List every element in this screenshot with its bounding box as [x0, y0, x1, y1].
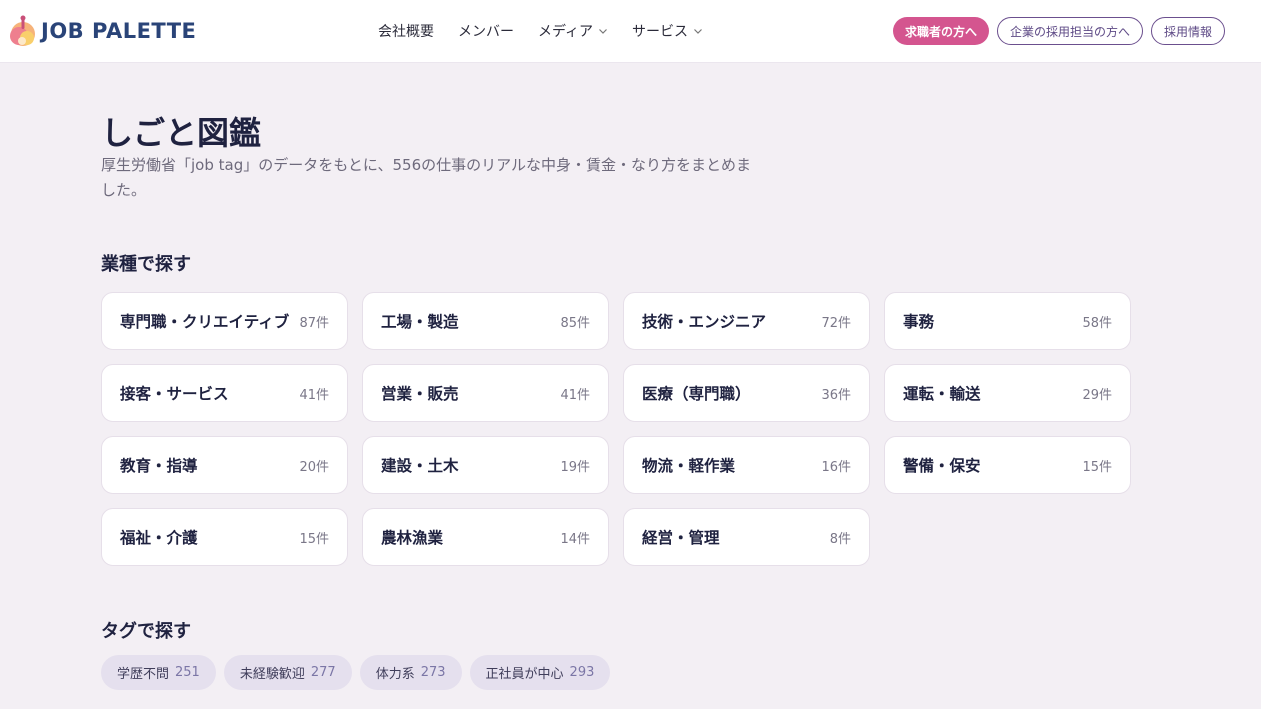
industry-card[interactable]: 警備・保安 15件 [884, 436, 1131, 494]
industry-card[interactable]: 工場・製造 85件 [362, 292, 609, 350]
nav-item-services[interactable]: サービス [632, 21, 703, 41]
nav-item-company[interactable]: 会社概要 [378, 21, 434, 41]
tag-label: 体力系 [375, 667, 415, 682]
nav-item-label: メンバー [458, 24, 514, 40]
recruit-button[interactable]: 採用情報 [1151, 17, 1225, 45]
chevron-down-icon [694, 29, 702, 34]
brand-name: JOB PALETTE [41, 19, 197, 43]
industry-card[interactable]: 物流・軽作業 16件 [623, 436, 870, 494]
nav-item-media[interactable]: メディア [538, 21, 608, 41]
tag-chip[interactable]: 学歴不問 251 [101, 655, 216, 690]
industry-name: 工場・製造 [381, 313, 459, 331]
industry-card[interactable]: 専門職・クリエイティブ 87件 [101, 292, 348, 350]
nav-item-label: サービス [632, 24, 689, 40]
tag-chip[interactable]: 正社員が中心 293 [469, 655, 611, 690]
brand-logo[interactable]: JOB PALETTE [8, 14, 196, 48]
industry-name: 農林漁業 [381, 529, 444, 547]
industry-grid: 専門職・クリエイティブ 87件 工場・製造 85件 技術・エンジニア 72件 事務 58… [101, 292, 1133, 566]
tag-list: 学歴不問 251 未経験歓迎 277 体力系 273 正社員が中心 293 [101, 655, 618, 690]
industry-card[interactable]: 運転・輸送 29件 [884, 364, 1131, 422]
tag-count: 293 [569, 665, 595, 680]
industry-count: 58件 [1082, 315, 1112, 331]
nav-item-members[interactable]: メンバー [458, 21, 514, 41]
industry-name: 警備・保安 [903, 457, 981, 475]
industry-name: 専門職・クリエイティブ [120, 313, 290, 331]
page-description: 厚生労働省「job tag」のデータをもとに、556の仕事のリアルな中身・賃金・… [101, 156, 751, 199]
industry-name: 経営・管理 [642, 529, 720, 547]
tag-count: 273 [420, 665, 446, 680]
industry-name: 建設・土木 [381, 457, 459, 475]
site-header: JOB PALETTE 会社概要 メンバー メディア サービス 求職者の方へ 企… [0, 0, 1261, 63]
nav-item-label: 会社概要 [378, 24, 434, 40]
main-nav: 会社概要 メンバー メディア サービス [378, 21, 727, 41]
industry-card[interactable]: 事務 58件 [884, 292, 1131, 350]
tag-count: 277 [310, 665, 336, 680]
industry-count: 72件 [821, 315, 851, 331]
industry-count: 85件 [560, 315, 590, 331]
industry-count: 29件 [1082, 387, 1112, 403]
industry-card[interactable]: 技術・エンジニア 72件 [623, 292, 870, 350]
industry-count: 41件 [560, 387, 590, 403]
industry-count: 20件 [299, 459, 329, 475]
industry-name: 技術・エンジニア [642, 313, 767, 331]
palette-logo-icon [10, 15, 35, 46]
industry-card[interactable]: 福祉・介護 15件 [101, 508, 348, 566]
page-title: しごと図鑑 [101, 114, 262, 152]
industry-name: 物流・軽作業 [642, 457, 736, 475]
industry-card[interactable]: 営業・販売 41件 [362, 364, 609, 422]
industry-card[interactable]: 教育・指導 20件 [101, 436, 348, 494]
industry-count: 36件 [821, 387, 851, 403]
corporate-button[interactable]: 企業の採用担当の方へ [997, 17, 1143, 45]
industry-card[interactable]: 建設・土木 19件 [362, 436, 609, 494]
industry-name: 教育・指導 [120, 457, 198, 475]
industry-card[interactable]: 農林漁業 14件 [362, 508, 609, 566]
industry-count: 16件 [821, 459, 851, 475]
industry-count: 41件 [299, 387, 329, 403]
industry-count: 87件 [299, 315, 329, 331]
header-actions: 求職者の方へ 企業の採用担当の方へ 採用情報 [885, 17, 1225, 45]
tag-label: 学歴不問 [117, 667, 170, 682]
industry-name: 福祉・介護 [120, 529, 198, 547]
tag-label: 正社員が中心 [485, 667, 564, 682]
tag-chip[interactable]: 体力系 273 [359, 655, 462, 690]
industry-count: 8件 [829, 531, 851, 547]
tag-label: 未経験歓迎 [239, 667, 305, 682]
industry-count: 15件 [299, 531, 329, 547]
industry-name: 運転・輸送 [903, 385, 981, 403]
industry-card[interactable]: 経営・管理 8件 [623, 508, 870, 566]
industry-name: 事務 [903, 313, 935, 331]
industry-section-heading: 業種で探す [101, 254, 191, 275]
nav-item-label: メディア [538, 24, 594, 40]
job-seeker-button[interactable]: 求職者の方へ [893, 17, 989, 45]
chevron-down-icon [599, 29, 607, 34]
industry-card[interactable]: 医療（専門職） 36件 [623, 364, 870, 422]
tag-chip[interactable]: 未経験歓迎 277 [223, 655, 352, 690]
industry-name: 営業・販売 [381, 385, 459, 403]
industry-count: 15件 [1082, 459, 1112, 475]
industry-name: 接客・サービス [120, 385, 229, 403]
industry-count: 19件 [560, 459, 590, 475]
industry-name: 医療（専門職） [642, 385, 751, 403]
tag-count: 251 [175, 665, 200, 680]
industry-card[interactable]: 接客・サービス 41件 [101, 364, 348, 422]
industry-count: 14件 [560, 531, 590, 547]
tag-section-heading: タグで探す [101, 621, 191, 642]
